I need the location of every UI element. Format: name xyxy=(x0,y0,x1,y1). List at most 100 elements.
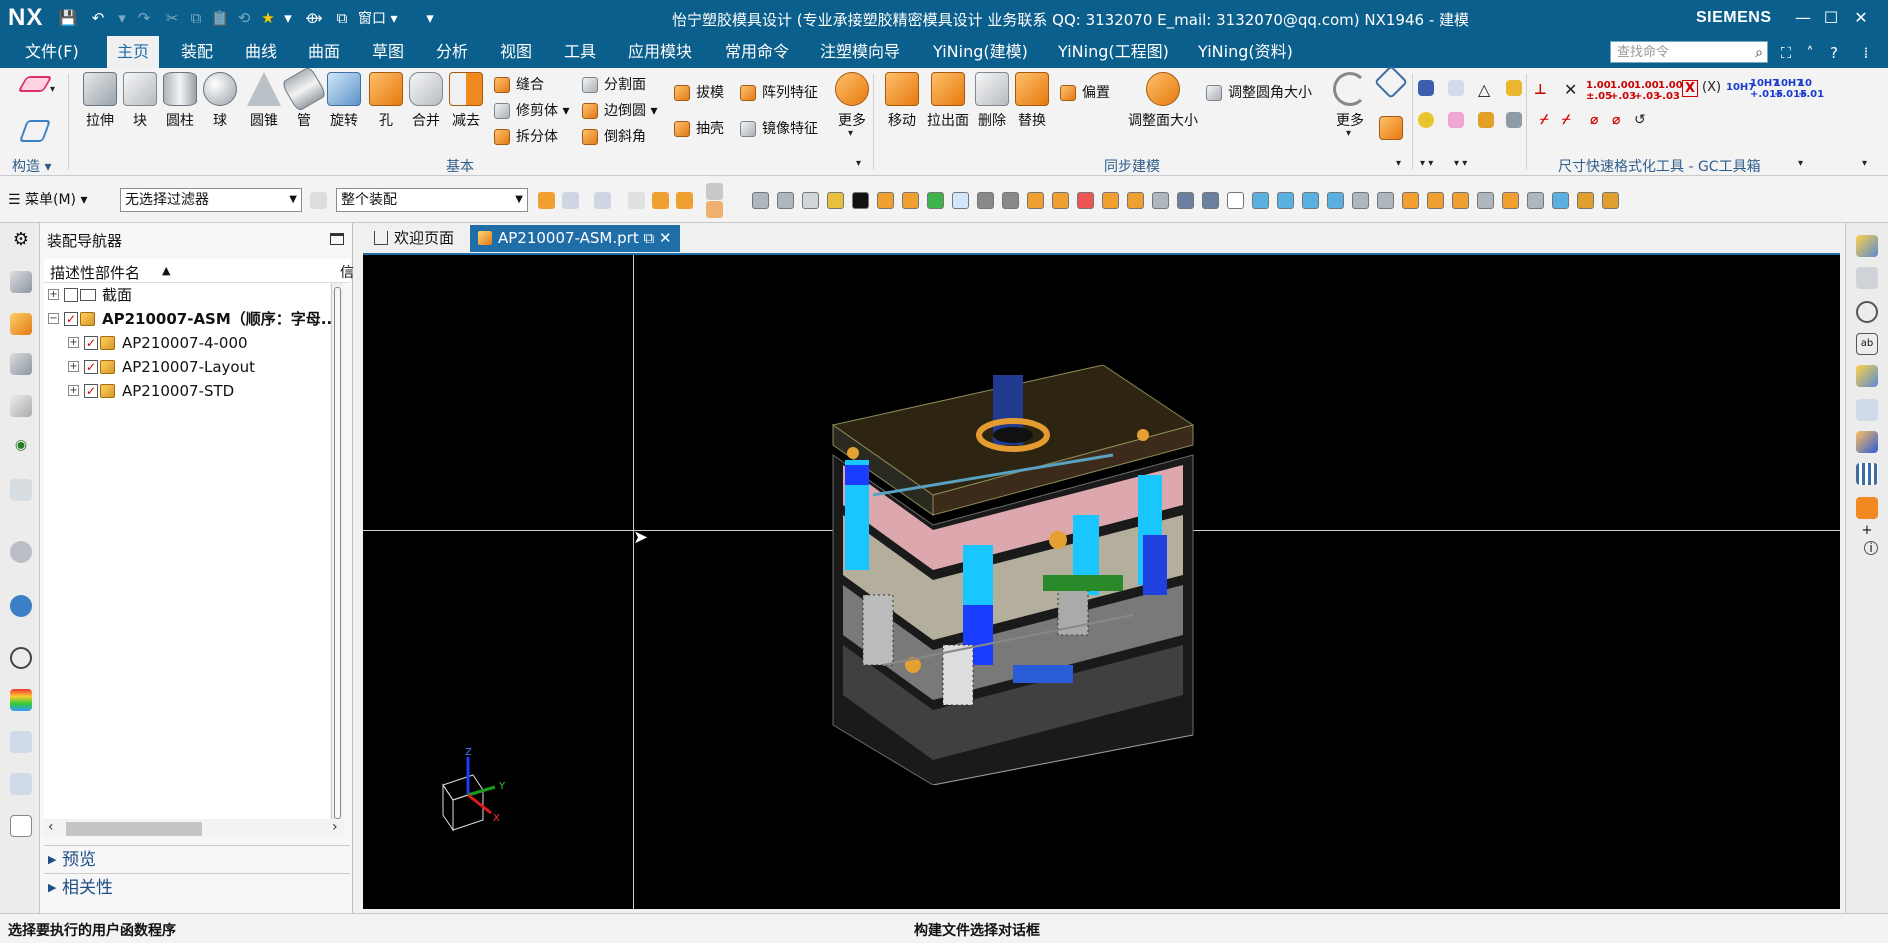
undo-dropdown-icon[interactable]: ▾ xyxy=(110,6,134,30)
save-icon[interactable]: 💾 xyxy=(56,6,80,30)
favorite-tool-icon[interactable] xyxy=(1856,235,1878,257)
basic-more-dropdown-icon[interactable]: ▾ xyxy=(848,128,853,139)
vertical-scrollbar[interactable] xyxy=(331,283,343,829)
favorite-dropdown-icon[interactable]: ▾ xyxy=(276,6,300,30)
view-tool-icon[interactable] xyxy=(1477,192,1494,209)
basic-group-dropdown-icon[interactable]: ▾ xyxy=(856,158,861,169)
diameter-icon[interactable]: ⌀ xyxy=(1590,112,1598,128)
menu-home[interactable]: 主页 xyxy=(107,36,160,68)
info-tool-icon[interactable] xyxy=(1418,112,1434,128)
assembly-navigator-icon[interactable] xyxy=(10,313,32,335)
cone-button[interactable]: 圆锥 xyxy=(242,72,286,138)
menu-mold-wizard[interactable]: 注塑模向导 xyxy=(810,36,910,68)
close-icon[interactable]: ✕ xyxy=(1846,4,1876,32)
replace-face-button[interactable]: 替换 xyxy=(1010,72,1054,138)
select-feature-icon[interactable] xyxy=(538,192,555,209)
info-icon[interactable]: i xyxy=(1864,541,1878,555)
part-navigator-icon[interactable] xyxy=(10,271,32,293)
filter-funnel-icon[interactable] xyxy=(310,192,327,209)
expand-plus-icon[interactable]: + xyxy=(48,289,59,300)
table-icon[interactable] xyxy=(1856,463,1878,485)
edge-blend-button[interactable]: 边倒圆 ▾ xyxy=(582,100,657,122)
menu-surface[interactable]: 曲面 xyxy=(298,36,350,68)
paren-x-icon[interactable]: (X) xyxy=(1702,80,1721,95)
leader-icon[interactable]: ⌿ xyxy=(1540,112,1548,128)
quick-pick-icon[interactable] xyxy=(1856,365,1878,387)
command-search-input[interactable]: 查找命令 ⌕ xyxy=(1610,41,1768,63)
view-tool-icon[interactable] xyxy=(1102,192,1119,209)
view-tool-icon[interactable] xyxy=(802,192,819,209)
mold-assembly-model[interactable] xyxy=(813,365,1283,785)
expand-plus-icon[interactable]: + xyxy=(68,361,79,372)
gear-tool-icon[interactable] xyxy=(1478,112,1494,128)
constraint-navigator-icon[interactable] xyxy=(10,353,32,375)
divide-face-button[interactable]: 分割面 xyxy=(582,74,646,96)
scroll-thumb[interactable] xyxy=(66,822,202,836)
subtract-button[interactable]: 减去 xyxy=(444,72,488,138)
view-tool-icon[interactable] xyxy=(977,192,994,209)
view-cube-icon[interactable] xyxy=(706,183,723,200)
menu-file[interactable]: 文件(F) xyxy=(15,36,89,68)
tree-row[interactable]: − ✓ AP210007-ASM（顺序：字母... xyxy=(44,307,338,331)
sew-button[interactable]: 缝合 xyxy=(494,74,544,96)
trim-body-button[interactable]: 修剪体 ▾ xyxy=(494,100,569,122)
move-face-button[interactable]: 移动 xyxy=(880,72,924,138)
full-screen-icon[interactable]: ⛶ xyxy=(1776,43,1796,63)
view-tool-icon[interactable] xyxy=(827,192,844,209)
menu-view[interactable]: 视图 xyxy=(490,36,542,68)
resize-blend-button[interactable]: 调整圆角大小 xyxy=(1206,82,1312,104)
ribbon-more-dropdown-icon[interactable]: ▾ xyxy=(1862,158,1867,169)
menu-assembly[interactable]: 装配 xyxy=(171,36,223,68)
undock-icon[interactable]: ⧉ xyxy=(644,229,655,247)
box-x-icon[interactable]: X xyxy=(1682,80,1699,97)
search-icon[interactable]: ⌕ xyxy=(1755,42,1763,64)
column-descriptive-name[interactable]: 描述性部件名 xyxy=(50,262,140,283)
leader-2-icon[interactable]: ⌿ xyxy=(1562,112,1570,128)
gc-group-dropdown-icon[interactable]: ▾ xyxy=(1798,158,1803,169)
undo-icon[interactable]: ↶ xyxy=(86,6,110,30)
split-body-button[interactable]: 拆分体 xyxy=(494,126,558,148)
circle-tool-icon[interactable] xyxy=(1856,301,1878,323)
select-body-icon[interactable] xyxy=(676,192,693,209)
tab-welcome[interactable]: 欢迎页面 xyxy=(366,225,462,252)
tab-part-file[interactable]: AP210007-ASM.prt ⧉ ✕ xyxy=(470,225,680,252)
roles-palette-icon[interactable] xyxy=(10,689,32,711)
view-tool-icon[interactable] xyxy=(852,192,869,209)
sync-group-dropdown-icon[interactable]: ▾ xyxy=(1396,158,1401,169)
graphics-window[interactable]: Z Y X ➤ xyxy=(363,253,1840,909)
tag-tool-icon[interactable] xyxy=(1506,80,1522,96)
view-tool-icon[interactable] xyxy=(1302,192,1319,209)
construct-group-label[interactable]: 构造 ▾ xyxy=(12,156,51,176)
horizontal-scrollbar[interactable]: ‹ › xyxy=(44,819,344,837)
dependencies-section[interactable]: ▶ 相关性 xyxy=(44,873,350,901)
view-tool-icon[interactable] xyxy=(1552,192,1569,209)
process-studio-icon[interactable] xyxy=(10,731,32,753)
tolerance-format-3-icon[interactable]: 1.00 +.03 xyxy=(1634,80,1660,102)
delete-face-button[interactable]: 删除 xyxy=(970,72,1014,138)
menu-sketch[interactable]: 草图 xyxy=(362,36,414,68)
chamfer-button[interactable]: 倒斜角 xyxy=(582,126,646,148)
view-tool-icon[interactable] xyxy=(877,192,894,209)
tolerance-format-1-icon[interactable]: 1.00 ±.05 xyxy=(1586,80,1612,102)
info-circle-icon[interactable] xyxy=(10,541,32,563)
draft-button[interactable]: 拔模 xyxy=(674,82,724,104)
blank-panel-icon[interactable] xyxy=(10,815,32,837)
pull-face-button[interactable]: 拉出面 xyxy=(926,72,970,138)
menu-common-commands[interactable]: 常用命令 xyxy=(715,36,799,68)
analysis-tool-icon[interactable] xyxy=(1448,80,1464,96)
touch-mode-icon[interactable]: ⟴ xyxy=(302,6,326,30)
tree-row[interactable]: + 截面 xyxy=(44,283,330,307)
navigator-column-header[interactable]: 描述性部件名 ▲ 信 xyxy=(44,259,354,283)
view-tool-icon[interactable] xyxy=(1252,192,1269,209)
revolve-button[interactable]: 旋转 xyxy=(322,72,366,138)
menu-tools[interactable]: 工具 xyxy=(554,36,606,68)
repeat-command-icon[interactable]: ⟲ xyxy=(232,6,256,30)
visibility-checkbox[interactable]: ✓ xyxy=(64,312,78,326)
view-tool-icon[interactable] xyxy=(1002,192,1019,209)
menu-application[interactable]: 应用模块 xyxy=(618,36,702,68)
block-button[interactable]: 块 xyxy=(118,72,162,138)
menu-yining-modeling[interactable]: YiNing(建模) xyxy=(923,36,1038,68)
view-section-icon[interactable] xyxy=(1856,399,1878,421)
tree-row[interactable]: + ✓ AP210007-STD xyxy=(44,379,330,403)
scroll-right-icon[interactable]: › xyxy=(332,819,338,835)
